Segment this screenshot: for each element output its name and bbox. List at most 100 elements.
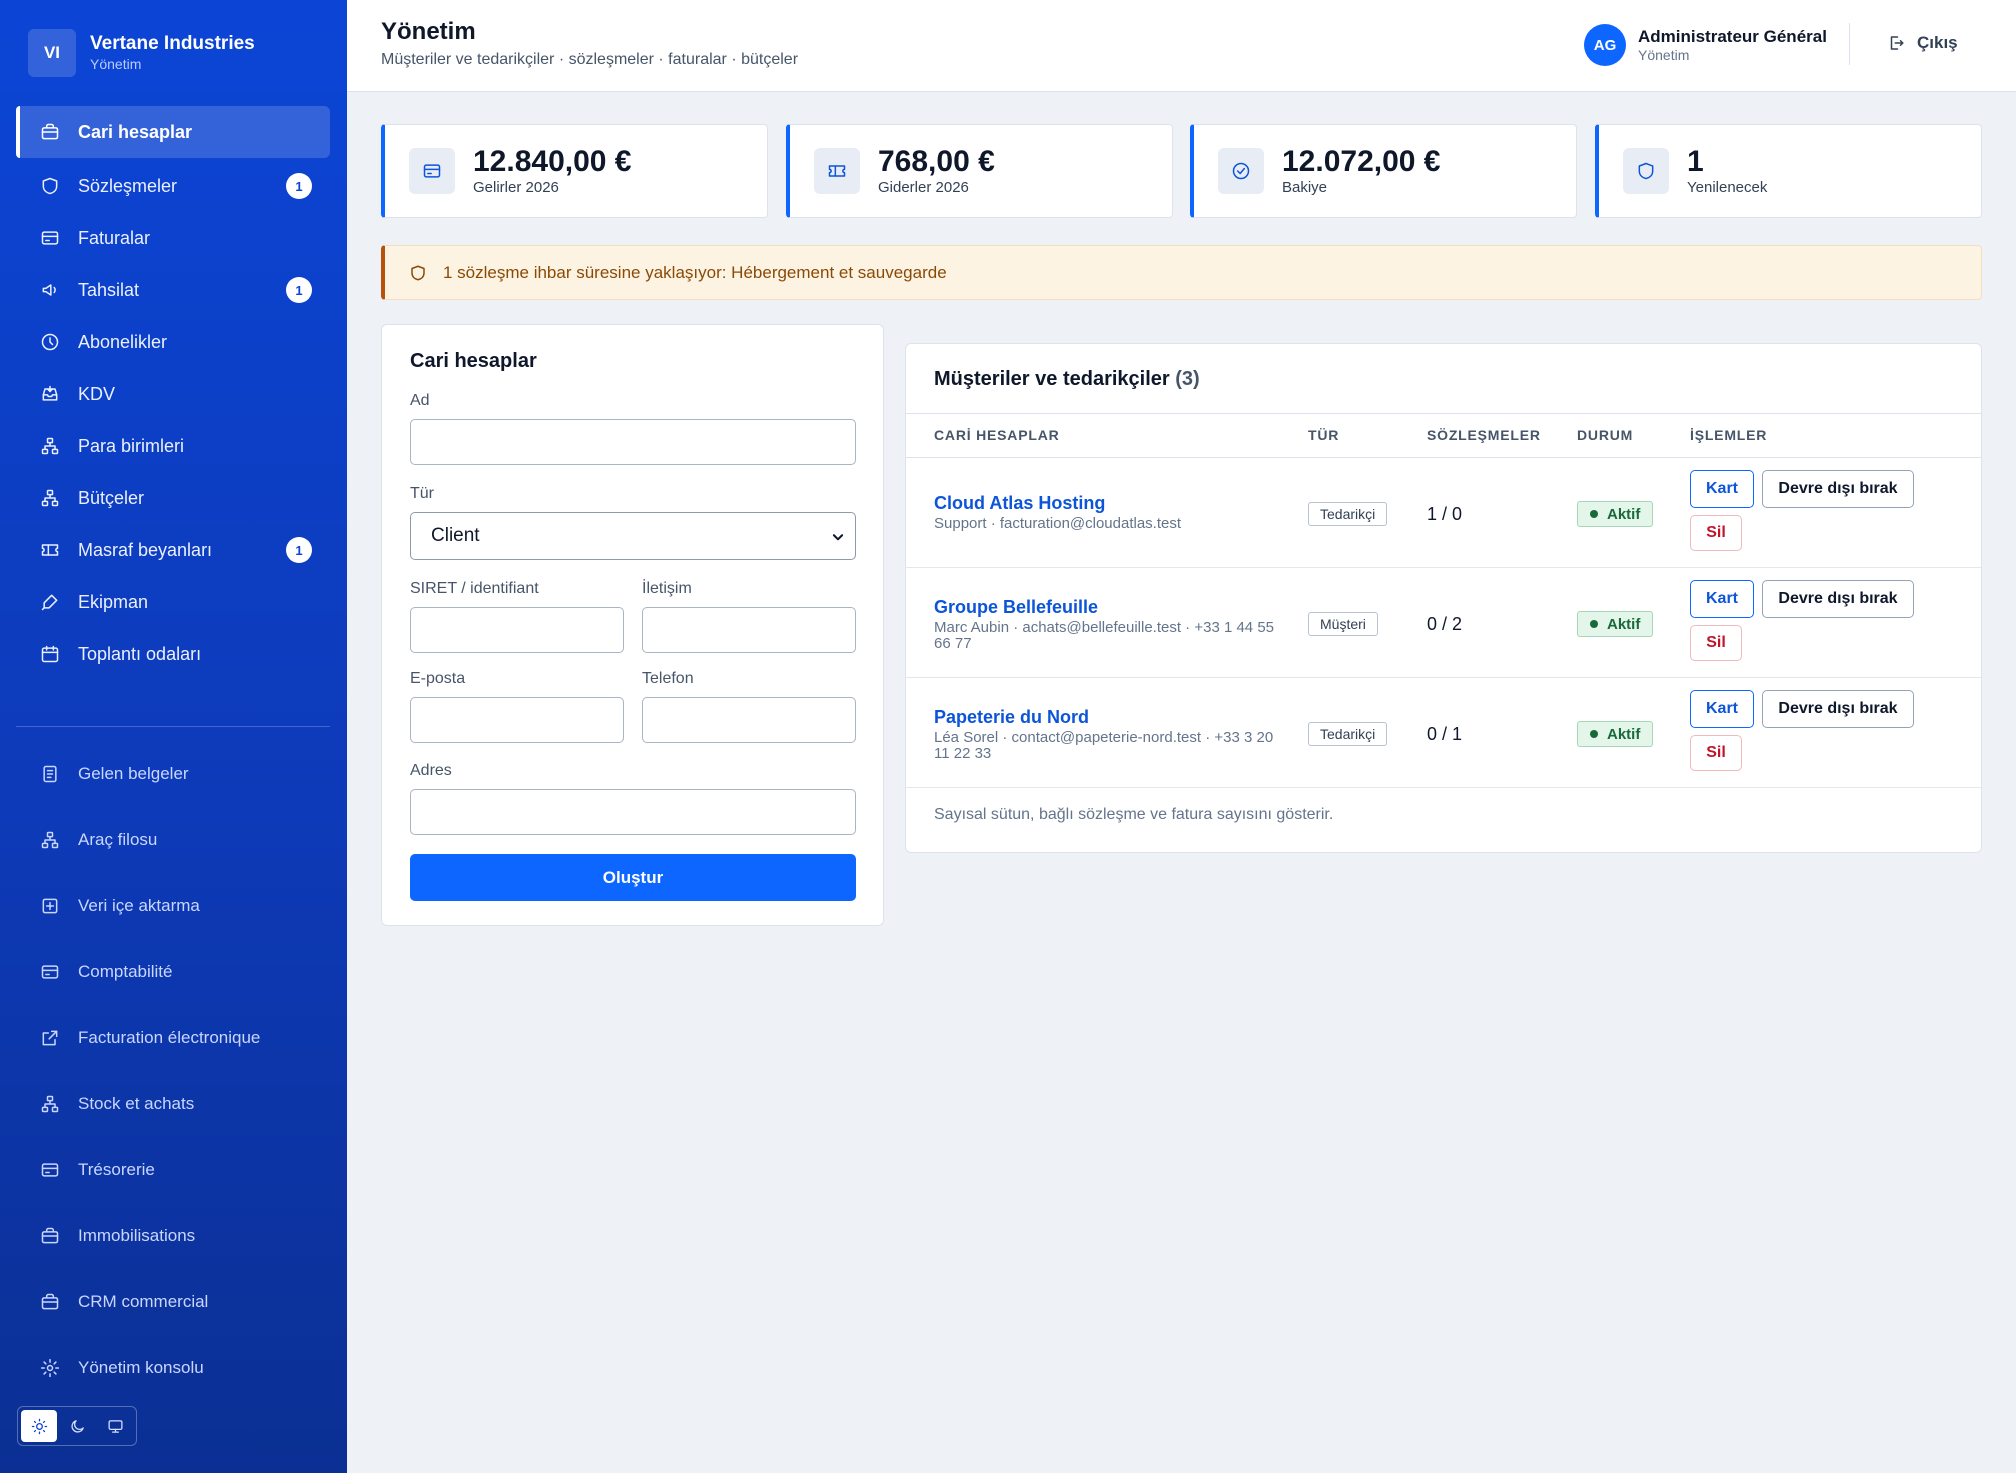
address-label: Adres bbox=[410, 762, 452, 779]
account-name-link[interactable]: Cloud Atlas Hosting bbox=[934, 493, 1105, 514]
account-name-link[interactable]: Groupe Bellefeuille bbox=[934, 597, 1098, 618]
column-header-actions: İŞLEMLER bbox=[1690, 427, 1768, 443]
contact-input[interactable] bbox=[642, 607, 856, 653]
siret-input[interactable] bbox=[410, 607, 624, 653]
logout-icon bbox=[1887, 34, 1917, 52]
credit-card-icon bbox=[40, 228, 60, 248]
deactivate-button[interactable]: Devre dışı bırak bbox=[1762, 690, 1914, 728]
sidebar-item-immobilisations[interactable]: Immobilisations bbox=[16, 1203, 330, 1269]
contract-count: 0 / 1 bbox=[1427, 724, 1463, 744]
sidebar-item-facturation-electronique[interactable]: Facturation électronique bbox=[16, 1005, 330, 1071]
column-header-contracts[interactable]: SÖZLEŞMELER bbox=[1427, 427, 1541, 443]
network-icon bbox=[40, 436, 60, 456]
stat-value: 768,00 € bbox=[878, 145, 995, 178]
user-profile[interactable]: AG Administrateur Général Yönetim bbox=[1584, 24, 1827, 66]
theme-sun-button[interactable] bbox=[21, 1410, 57, 1442]
type-select[interactable]: Client bbox=[410, 512, 856, 560]
card-button[interactable]: Kart bbox=[1690, 470, 1754, 508]
sidebar-item-kdv[interactable]: KDV bbox=[16, 368, 330, 420]
network-icon bbox=[40, 830, 60, 850]
sidebar-item-label: Tahsilat bbox=[78, 279, 140, 300]
table-footnote: Sayısal sütun, bağlı sözleşme ve fatura … bbox=[934, 806, 1334, 823]
theme-moon-button[interactable] bbox=[59, 1410, 95, 1442]
create-button[interactable]: Oluştur bbox=[410, 854, 856, 901]
sidebar-item-cari-hesaplar[interactable]: Cari hesaplar bbox=[16, 106, 330, 158]
stat-label: Giderler 2026 bbox=[878, 179, 969, 196]
sidebar-item-abonelikler[interactable]: Abonelikler bbox=[16, 316, 330, 368]
account-name-link[interactable]: Papeterie du Nord bbox=[934, 707, 1089, 728]
status-label: Aktif bbox=[1607, 505, 1641, 523]
card-button[interactable]: Kart bbox=[1690, 690, 1754, 728]
sidebar-item-butceler[interactable]: Bütçeler bbox=[16, 472, 330, 524]
sidebar-item-label: Sözleşmeler bbox=[78, 175, 178, 196]
sun-icon bbox=[31, 1418, 48, 1435]
sidebar-item-comptabilite[interactable]: Comptabilité bbox=[16, 939, 330, 1005]
table-row: Papeterie du Nord Léa Sorel · contact@pa… bbox=[906, 678, 1981, 788]
brand[interactable]: VI Vertane Industries Yönetim bbox=[28, 29, 255, 77]
external-link-icon bbox=[40, 1028, 60, 1048]
phone-input[interactable] bbox=[642, 697, 856, 743]
sidebar-item-tresorerie[interactable]: Trésorerie bbox=[16, 1137, 330, 1203]
sidebar-item-gelen-belgeler[interactable]: Gelen belgeler bbox=[16, 741, 330, 807]
sidebar-item-label: Para birimleri bbox=[78, 435, 185, 456]
sidebar-item-label: Comptabilité bbox=[78, 962, 173, 981]
deactivate-button[interactable]: Devre dışı bırak bbox=[1762, 470, 1914, 508]
credit-card-icon bbox=[40, 962, 60, 982]
sidebar-item-arac-filosu[interactable]: Araç filosu bbox=[16, 807, 330, 873]
column-header-status[interactable]: DURUM bbox=[1577, 427, 1633, 443]
phone-label: Telefon bbox=[642, 670, 694, 687]
sidebar-item-veri-ice-aktarma[interactable]: Veri içe aktarma bbox=[16, 873, 330, 939]
delete-button[interactable]: Sil bbox=[1690, 625, 1742, 661]
accounts-table-panel: Müşteriler ve tedarikçiler (3) CARİ HESA… bbox=[905, 343, 1982, 853]
sidebar-item-sozlesmeler[interactable]: Sözleşmeler 1 bbox=[16, 160, 330, 212]
status-label: Aktif bbox=[1607, 615, 1641, 633]
sidebar-item-tahsilat[interactable]: Tahsilat 1 bbox=[16, 264, 330, 316]
sidebar-item-crm-commercial[interactable]: CRM commercial bbox=[16, 1269, 330, 1335]
status-badge: Aktif bbox=[1577, 611, 1654, 637]
type-tag: Tedarikçi bbox=[1308, 502, 1388, 526]
column-header-accounts[interactable]: CARİ HESAPLAR bbox=[934, 427, 1060, 443]
status-label: Aktif bbox=[1607, 725, 1641, 743]
brand-subtitle: Yönetim bbox=[90, 56, 142, 72]
sidebar-item-label: Gelen belgeler bbox=[78, 764, 189, 783]
card-button[interactable]: Kart bbox=[1690, 580, 1754, 618]
sidebar-item-faturalar[interactable]: Faturalar bbox=[16, 212, 330, 264]
status-dot bbox=[1590, 730, 1598, 738]
sidebar-item-ekipman[interactable]: Ekipman bbox=[16, 576, 330, 628]
sidebar-item-label: Trésorerie bbox=[78, 1160, 155, 1179]
email-label: E-posta bbox=[410, 670, 466, 687]
network-icon bbox=[40, 1094, 60, 1114]
logout-button[interactable]: Çıkış bbox=[1887, 33, 1958, 53]
stat-value: 1 bbox=[1687, 145, 1704, 178]
table-title: Müşteriler ve tedarikçiler (3) bbox=[934, 368, 1200, 391]
delete-button[interactable]: Sil bbox=[1690, 515, 1742, 551]
page-title: Yönetim bbox=[381, 18, 476, 45]
sidebar-item-label: Veri içe aktarma bbox=[78, 896, 200, 915]
sidebar-item-stock-et-achats[interactable]: Stock et achats bbox=[16, 1071, 330, 1137]
check-circle-icon bbox=[1218, 148, 1264, 194]
deactivate-button[interactable]: Devre dışı bırak bbox=[1762, 580, 1914, 618]
contract-count: 1 / 0 bbox=[1427, 504, 1463, 524]
notification-badge: 1 bbox=[286, 537, 312, 563]
notification-badge: 1 bbox=[286, 277, 312, 303]
email-input[interactable] bbox=[410, 697, 624, 743]
stat-value: 12.840,00 € bbox=[473, 145, 632, 178]
sidebar-item-label: Araç filosu bbox=[78, 830, 158, 849]
briefcase-icon bbox=[40, 122, 60, 142]
name-input[interactable] bbox=[410, 419, 856, 465]
page-subtitle: Müşteriler ve tedarikçiler · sözleşmeler… bbox=[381, 51, 799, 68]
sidebar-item-masraf-beyanlari[interactable]: Masraf beyanları 1 bbox=[16, 524, 330, 576]
table-title-text: Müşteriler ve tedarikçiler bbox=[934, 368, 1170, 390]
column-header-type[interactable]: TÜR bbox=[1308, 427, 1339, 443]
status-badge: Aktif bbox=[1577, 721, 1654, 747]
sidebar-item-yonetim-konsolu[interactable]: Yönetim konsolu bbox=[16, 1335, 330, 1401]
address-input[interactable] bbox=[410, 789, 856, 835]
sidebar-item-label: Stock et achats bbox=[78, 1094, 195, 1113]
form-title: Cari hesaplar bbox=[410, 350, 537, 372]
sidebar-item-label: Ekipman bbox=[78, 591, 149, 612]
sidebar-item-label: Bütçeler bbox=[78, 487, 145, 508]
delete-button[interactable]: Sil bbox=[1690, 735, 1742, 771]
sidebar-item-para-birimleri[interactable]: Para birimleri bbox=[16, 420, 330, 472]
theme-monitor-button[interactable] bbox=[97, 1410, 133, 1442]
sidebar-item-toplanti-odalari[interactable]: Toplantı odaları bbox=[16, 628, 330, 680]
